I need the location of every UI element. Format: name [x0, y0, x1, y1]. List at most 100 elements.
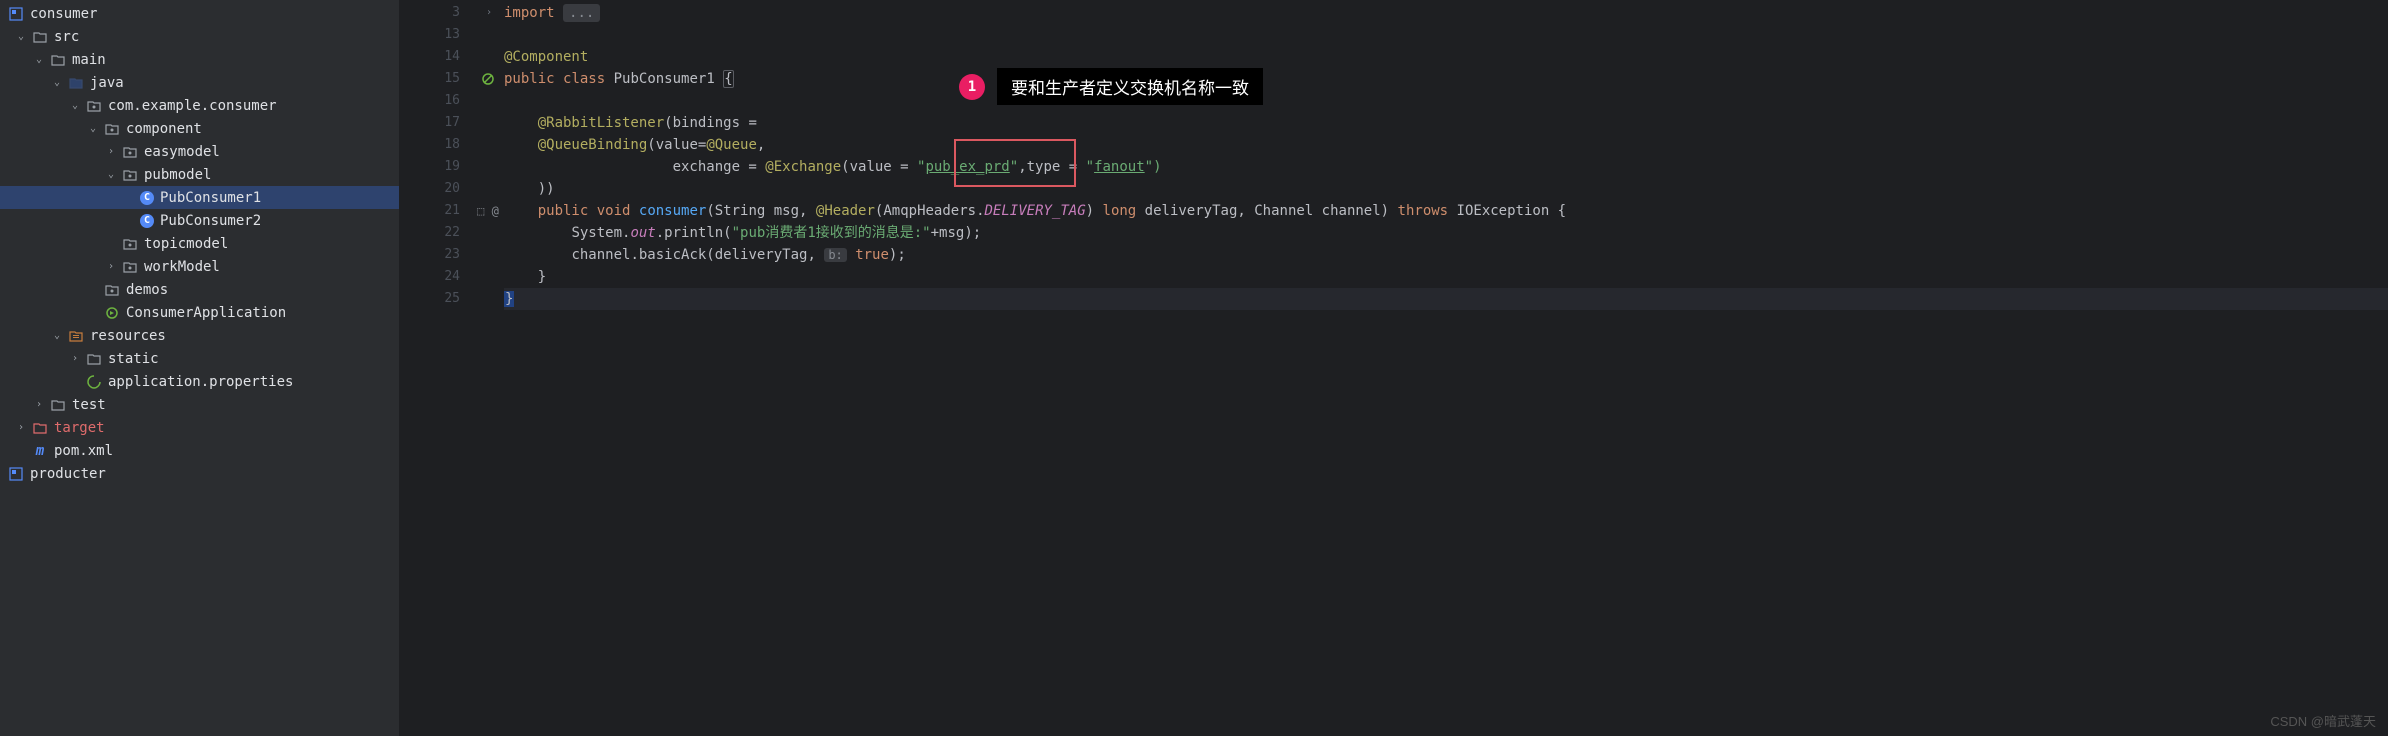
code-editor[interactable]: 3 13 14 15 16 17 18 19 20 21 22 23 24 25…	[400, 0, 2388, 736]
gutter-marks: ⬚ @	[472, 0, 504, 736]
annotation-number-badge: 1	[959, 74, 985, 100]
line-number: 17	[400, 112, 460, 134]
code-content[interactable]: ›import ... @Component public class PubC…	[504, 0, 2388, 736]
tree-label: resources	[90, 328, 166, 344]
code-line[interactable]: ›import ...	[504, 2, 2388, 24]
tree-producter[interactable]: producter	[0, 462, 399, 485]
tree-component[interactable]: ⌄ component	[0, 117, 399, 140]
module-icon	[8, 466, 24, 482]
class-icon: C	[140, 214, 154, 228]
tree-label: pubmodel	[144, 167, 211, 183]
chevron-down-icon[interactable]: ⌄	[32, 53, 46, 67]
code-line[interactable]: ))	[504, 178, 2388, 200]
watermark: CSDN @暗武蓬天	[2270, 711, 2376, 730]
code-line[interactable]: channel.basicAck(deliveryTag, b: true);	[504, 244, 2388, 266]
tree-label: ConsumerApplication	[126, 305, 286, 321]
tree-label: demos	[126, 282, 168, 298]
code-line[interactable]: public class PubConsumer1 {	[504, 68, 2388, 90]
tree-label: test	[72, 397, 106, 413]
tree-pubconsumer1[interactable]: › C PubConsumer1	[0, 186, 399, 209]
chevron-down-icon[interactable]: ⌄	[14, 30, 28, 44]
line-number: 14	[400, 46, 460, 68]
code-line[interactable]: exchange = @Exchange(value = "pub_ex_prd…	[504, 156, 2388, 178]
tree-easymodel[interactable]: › easymodel	[0, 140, 399, 163]
usage-icon[interactable]: ⬚ @	[472, 200, 504, 222]
tree-label: static	[108, 351, 159, 367]
code-line[interactable]	[504, 90, 2388, 112]
package-icon	[122, 236, 138, 252]
chevron-right-icon[interactable]: ›	[32, 398, 46, 412]
target-folder-icon	[32, 420, 48, 436]
tree-label: com.example.consumer	[108, 98, 277, 114]
code-line[interactable]: @QueueBinding(value=@Queue,	[504, 134, 2388, 156]
line-number: 19	[400, 156, 460, 178]
package-icon	[104, 282, 120, 298]
line-number: 25	[400, 288, 460, 310]
code-line[interactable]: @Component	[504, 46, 2388, 68]
tree-label: easymodel	[144, 144, 220, 160]
tree-java[interactable]: ⌄ java	[0, 71, 399, 94]
project-tree-sidebar[interactable]: consumer ⌄ src ⌄ main ⌄ java ⌄ com.examp…	[0, 0, 400, 736]
line-number: 23	[400, 244, 460, 266]
chevron-right-icon[interactable]: ›	[104, 260, 118, 274]
tree-target[interactable]: › target	[0, 416, 399, 439]
class-icon: C	[140, 191, 154, 205]
tree-label: topicmodel	[144, 236, 228, 252]
tree-consumer-app[interactable]: › ConsumerApplication	[0, 301, 399, 324]
code-line[interactable]: System.out.println("pub消费者1接收到的消息是:"+msg…	[504, 222, 2388, 244]
annotation-text: 要和生产者定义交换机名称一致	[997, 68, 1263, 105]
line-number: 24	[400, 266, 460, 288]
fold-icon[interactable]: ›	[486, 2, 492, 24]
tree-package-consumer[interactable]: ⌄ com.example.consumer	[0, 94, 399, 117]
line-number: 22	[400, 222, 460, 244]
code-line[interactable]: }	[504, 266, 2388, 288]
package-icon	[104, 121, 120, 137]
package-icon	[86, 98, 102, 114]
chevron-down-icon[interactable]: ⌄	[68, 99, 82, 113]
tree-label: consumer	[30, 6, 97, 22]
tree-label: pom.xml	[54, 443, 113, 459]
chevron-down-icon[interactable]: ⌄	[50, 329, 64, 343]
package-icon	[122, 144, 138, 160]
line-number: 3	[400, 2, 460, 24]
chevron-right-icon[interactable]: ›	[104, 145, 118, 159]
tree-label: src	[54, 29, 79, 45]
folder-icon	[32, 29, 48, 45]
tree-test[interactable]: › test	[0, 393, 399, 416]
line-number: 18	[400, 134, 460, 156]
tree-label: producter	[30, 466, 106, 482]
tree-demos[interactable]: › demos	[0, 278, 399, 301]
tree-pubconsumer2[interactable]: › C PubConsumer2	[0, 209, 399, 232]
tree-label: target	[54, 420, 105, 436]
folder-icon	[86, 351, 102, 367]
tree-main[interactable]: ⌄ main	[0, 48, 399, 71]
tree-topicmodel[interactable]: › topicmodel	[0, 232, 399, 255]
package-icon	[122, 259, 138, 275]
tree-app-props[interactable]: › application.properties	[0, 370, 399, 393]
code-line[interactable]: }	[504, 288, 2388, 310]
chevron-down-icon[interactable]: ⌄	[50, 76, 64, 90]
tree-workmodel[interactable]: › workModel	[0, 255, 399, 278]
tree-pubmodel[interactable]: ⌄ pubmodel	[0, 163, 399, 186]
tree-label: application.properties	[108, 374, 293, 390]
line-number: 13	[400, 24, 460, 46]
tree-label: main	[72, 52, 106, 68]
spring-run-icon	[104, 305, 120, 321]
chevron-down-icon[interactable]: ⌄	[104, 168, 118, 182]
code-line[interactable]	[504, 24, 2388, 46]
chevron-down-icon[interactable]: ⌄	[86, 122, 100, 136]
chevron-right-icon[interactable]: ›	[68, 352, 82, 366]
tree-src[interactable]: ⌄ src	[0, 25, 399, 48]
tree-consumer[interactable]: consumer	[0, 2, 399, 25]
tree-static[interactable]: › static	[0, 347, 399, 370]
tree-label: PubConsumer2	[160, 213, 261, 229]
folder-icon	[50, 397, 66, 413]
line-number: 21	[400, 200, 460, 222]
suppress-icon[interactable]	[472, 68, 504, 90]
tree-pom[interactable]: › m pom.xml	[0, 439, 399, 462]
chevron-right-icon[interactable]: ›	[14, 421, 28, 435]
code-line[interactable]: @RabbitListener(bindings =	[504, 112, 2388, 134]
package-icon	[122, 167, 138, 183]
code-line[interactable]: public void consumer(String msg, @Header…	[504, 200, 2388, 222]
tree-resources[interactable]: ⌄ resources	[0, 324, 399, 347]
